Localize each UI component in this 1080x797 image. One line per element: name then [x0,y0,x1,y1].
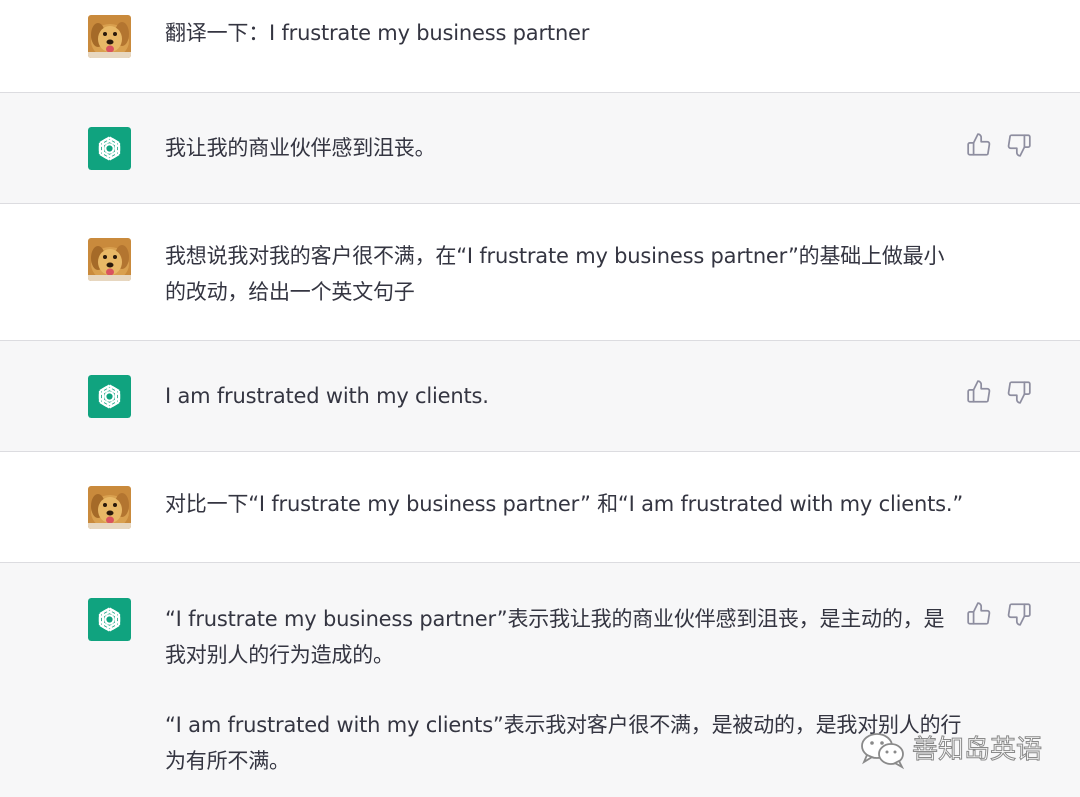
thumbs-up-icon[interactable] [966,379,992,405]
openai-logo-icon [88,127,131,170]
openai-logo-icon [88,375,131,418]
message-paragraph: 我让我的商业伙伴感到沮丧。 [165,136,436,160]
message-paragraph: 我想说我对我的客户很不满，在“I frustrate my business p… [165,244,945,304]
wechat-icon [861,733,905,770]
message-text: “I frustrate my business partner”表示我让我的商… [165,601,965,779]
message-paragraph: I am frustrated with my clients. [165,384,489,408]
feedback-buttons [966,379,1032,405]
message-text: 我想说我对我的客户很不满，在“I frustrate my business p… [165,238,965,310]
message-row-user: 翻译一下：I frustrate my business partner [0,0,1080,92]
message-text: 翻译一下：I frustrate my business partner [165,15,965,51]
message-paragraph: 翻译一下：I frustrate my business partner [165,21,590,45]
watermark-text: 善知岛英语 [911,735,1043,766]
thumbs-down-icon[interactable] [1006,601,1032,627]
message-row-user: 我想说我对我的客户很不满，在“I frustrate my business p… [0,204,1080,340]
thumbs-up-icon[interactable] [966,132,992,158]
thumbs-up-icon[interactable] [966,601,992,627]
watermark: 善知岛英语 [858,728,1058,772]
message-paragraph: “I am frustrated with my clients”表示我对客户很… [165,713,962,773]
message-text: 我让我的商业伙伴感到沮丧。 [165,130,965,166]
user-avatar [88,238,131,281]
feedback-buttons [966,132,1032,158]
thumbs-down-icon[interactable] [1006,379,1032,405]
message-row-assistant: 我让我的商业伙伴感到沮丧。 [0,93,1080,203]
message-row-user: 对比一下“I frustrate my business partner” 和“… [0,452,1080,562]
message-text: I am frustrated with my clients. [165,378,965,414]
message-paragraph: 对比一下“I frustrate my business partner” 和“… [165,492,964,516]
thumbs-down-icon[interactable] [1006,132,1032,158]
user-avatar [88,486,131,529]
message-text: 对比一下“I frustrate my business partner” 和“… [165,486,965,522]
message-paragraph: “I frustrate my business partner”表示我让我的商… [165,607,945,667]
openai-logo-icon [88,598,131,641]
message-row-assistant: I am frustrated with my clients. [0,341,1080,451]
feedback-buttons [966,601,1032,627]
user-avatar [88,15,131,58]
